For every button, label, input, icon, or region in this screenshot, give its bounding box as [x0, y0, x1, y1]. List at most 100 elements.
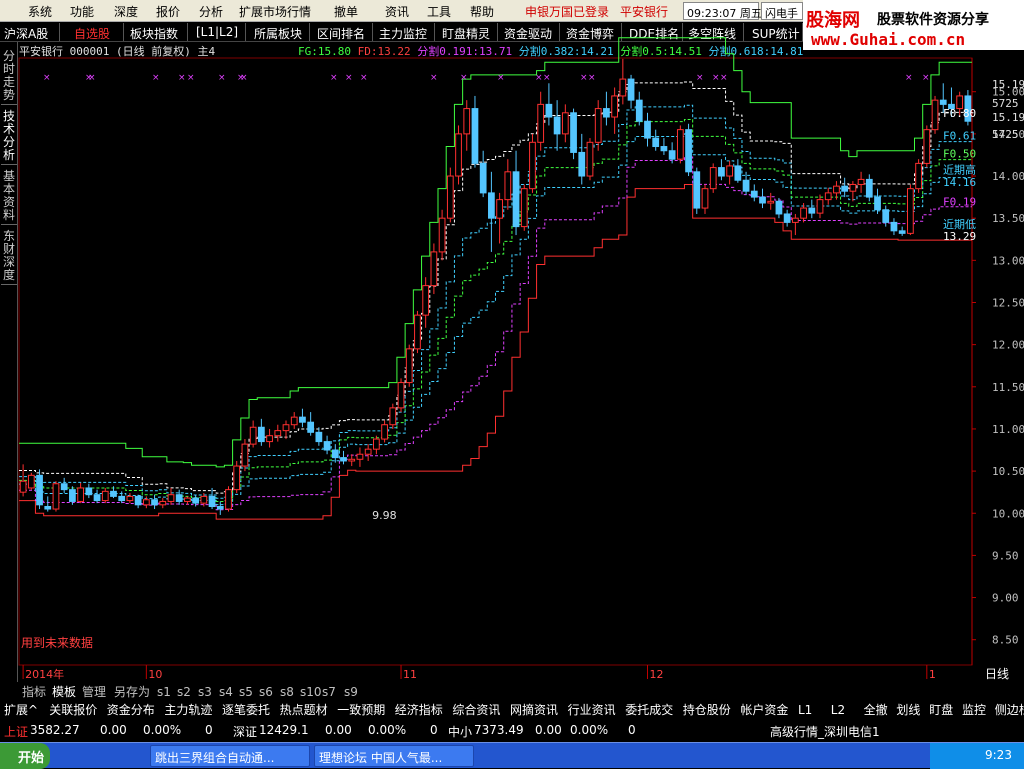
- menu-cancel-order[interactable]: 撤单: [334, 3, 358, 20]
- tab-fund-drive[interactable]: 资金驱动: [502, 23, 560, 41]
- candle-body: [800, 207, 807, 219]
- lower-nav-item[interactable]: 扩展^: [4, 703, 38, 717]
- signal-marker: ×: [588, 73, 596, 83]
- tab-sup-stats[interactable]: SUP统计: [750, 23, 803, 41]
- taskbar-window-2[interactable]: 理想论坛 中国人气最...: [314, 745, 474, 767]
- lower-nav-item[interactable]: 划线: [896, 703, 920, 717]
- taskbar-window-1[interactable]: 跳出三界组合自动通...: [150, 745, 310, 767]
- lower-nav-item[interactable]: 帐户资金: [740, 702, 788, 717]
- menu-analysis[interactable]: 分析: [199, 3, 223, 20]
- right-top-label: 15.19: [992, 78, 1024, 91]
- sidebar-item-eastmoney-depth[interactable]: 东财深度: [1, 228, 17, 285]
- lower-nav-item[interactable]: 热点题材: [280, 703, 328, 717]
- signal-marker: ×: [43, 73, 51, 83]
- candle-body: [397, 382, 405, 409]
- candle-body: [77, 487, 84, 502]
- bottom-tab-0[interactable]: 指标: [22, 684, 46, 699]
- menu-quote[interactable]: 报价: [156, 3, 180, 20]
- candlestick-chart[interactable]: 8.509.009.5010.0010.5011.0011.5012.0012.…: [0, 0, 1024, 768]
- candle-body: [455, 133, 462, 177]
- candle-body: [274, 430, 282, 437]
- lower-nav-item[interactable]: 侧边栏: [995, 702, 1024, 717]
- lower-nav-item[interactable]: 持仓股份: [683, 702, 731, 717]
- tab-watch-spirit[interactable]: 盯盘精灵: [440, 23, 498, 41]
- tab-l1-l2[interactable]: [L1|L2]: [194, 23, 246, 41]
- fib-level-line: [19, 119, 972, 502]
- bottom-tab-8[interactable]: s5: [239, 685, 253, 699]
- bottom-tab-9[interactable]: s6: [259, 685, 273, 699]
- fib-level-line: [19, 104, 972, 499]
- sme-index-pct: 0.00%: [570, 723, 609, 737]
- chart-frame: [18, 57, 973, 666]
- tab-long-short[interactable]: 多空阵线: [686, 23, 744, 41]
- lower-nav-item[interactable]: 行业资讯: [568, 703, 616, 717]
- sidebar-item-technical[interactable]: 技术分析: [1, 108, 17, 165]
- tab-sector-index[interactable]: 板块指数: [128, 23, 188, 41]
- tab-hs-a-share[interactable]: 沪深A股: [2, 23, 60, 41]
- candle-body: [134, 495, 142, 506]
- lower-nav-item[interactable]: 经济指标: [395, 702, 443, 717]
- tab-range-rank[interactable]: 区间排名: [315, 23, 373, 41]
- bottom-tab-2[interactable]: 管理: [82, 684, 106, 699]
- tab-watchlist[interactable]: 自选股: [72, 23, 124, 41]
- signal-marker: ×: [460, 73, 468, 83]
- candle-body: [520, 188, 528, 228]
- bottom-tab-11[interactable]: s10: [300, 685, 322, 699]
- taskbar-window-1-label: 跳出三界组合自动通...: [155, 751, 275, 765]
- signal-marker: ×: [922, 73, 930, 83]
- candle-body: [594, 108, 602, 143]
- bottom-tab-10[interactable]: s8: [280, 685, 294, 699]
- tab-dde-rank[interactable]: DDE排名: [627, 23, 683, 41]
- candle-body: [709, 167, 717, 190]
- right-top-label: 15.19: [992, 111, 1024, 124]
- sidebar-item-intraday[interactable]: 分时走势: [1, 48, 17, 105]
- y-tick-label: 13.50: [992, 212, 1024, 225]
- lower-nav-item[interactable]: L2: [831, 703, 845, 717]
- tab-fund-game[interactable]: 资金博弈: [564, 23, 622, 41]
- candle-body: [627, 78, 635, 101]
- split-key-3: 0.5: [642, 45, 663, 58]
- lower-nav-item[interactable]: 主力轨迹: [164, 703, 212, 717]
- candle-body: [742, 179, 750, 192]
- candle-body: [652, 137, 660, 148]
- bottom-tab-6[interactable]: s3: [198, 685, 212, 699]
- sidebar-item-fundamentals[interactable]: 基本资料: [1, 168, 17, 225]
- tab-main-monitor[interactable]: 主力监控: [377, 23, 435, 41]
- bottom-tab-5[interactable]: s2: [177, 685, 191, 699]
- lower-nav-item[interactable]: 逐笔委托: [222, 702, 270, 717]
- menu-function[interactable]: 功能: [70, 3, 94, 20]
- menu-tools[interactable]: 工具: [427, 3, 451, 20]
- menu-help[interactable]: 帮助: [470, 3, 494, 20]
- bottom-tab-13[interactable]: s9: [344, 685, 358, 699]
- menu-extended-market[interactable]: 扩展市场行情: [239, 3, 311, 20]
- candle-body: [668, 150, 676, 160]
- lower-nav-item[interactable]: 资金分布: [107, 702, 155, 717]
- lower-nav-item[interactable]: 一致预期: [337, 703, 385, 717]
- bottom-tab-1[interactable]: 模板: [52, 685, 76, 699]
- lower-nav-item[interactable]: 委托成交: [625, 702, 673, 717]
- bottom-tab-3[interactable]: 另存为: [114, 685, 150, 699]
- menu-depth[interactable]: 深度: [114, 3, 138, 20]
- lower-nav-item[interactable]: 监控: [962, 703, 986, 717]
- system-tray: 9:23: [930, 743, 1024, 769]
- menu-system[interactable]: 系统: [28, 3, 52, 20]
- lower-nav-item[interactable]: L1: [798, 703, 812, 717]
- bottom-tab-7[interactable]: s4: [219, 685, 233, 699]
- x-tick-label: 11: [403, 668, 417, 681]
- candle-body: [939, 99, 947, 105]
- lower-nav-item[interactable]: 网摘资讯: [510, 702, 558, 717]
- lower-nav-item[interactable]: 全撤: [864, 702, 888, 717]
- lower-nav-item[interactable]: 盯盘: [929, 702, 953, 717]
- bottom-tab-12[interactable]: s7: [322, 685, 336, 699]
- menu-news[interactable]: 资讯: [385, 3, 409, 20]
- tab-belonging-sector[interactable]: 所属板块: [252, 23, 310, 41]
- lower-nav-item[interactable]: 关联报价: [49, 702, 97, 717]
- candle-body: [833, 185, 840, 194]
- lower-nav-item[interactable]: 综合资讯: [452, 702, 500, 717]
- start-button[interactable]: 开始: [0, 743, 50, 769]
- candle-body: [19, 480, 27, 493]
- flash-trade-button[interactable]: 闪电手: [761, 2, 803, 20]
- candle-body: [299, 416, 306, 423]
- bottom-tab-4[interactable]: s1: [157, 685, 171, 699]
- sz-index-label: 深证: [233, 725, 258, 739]
